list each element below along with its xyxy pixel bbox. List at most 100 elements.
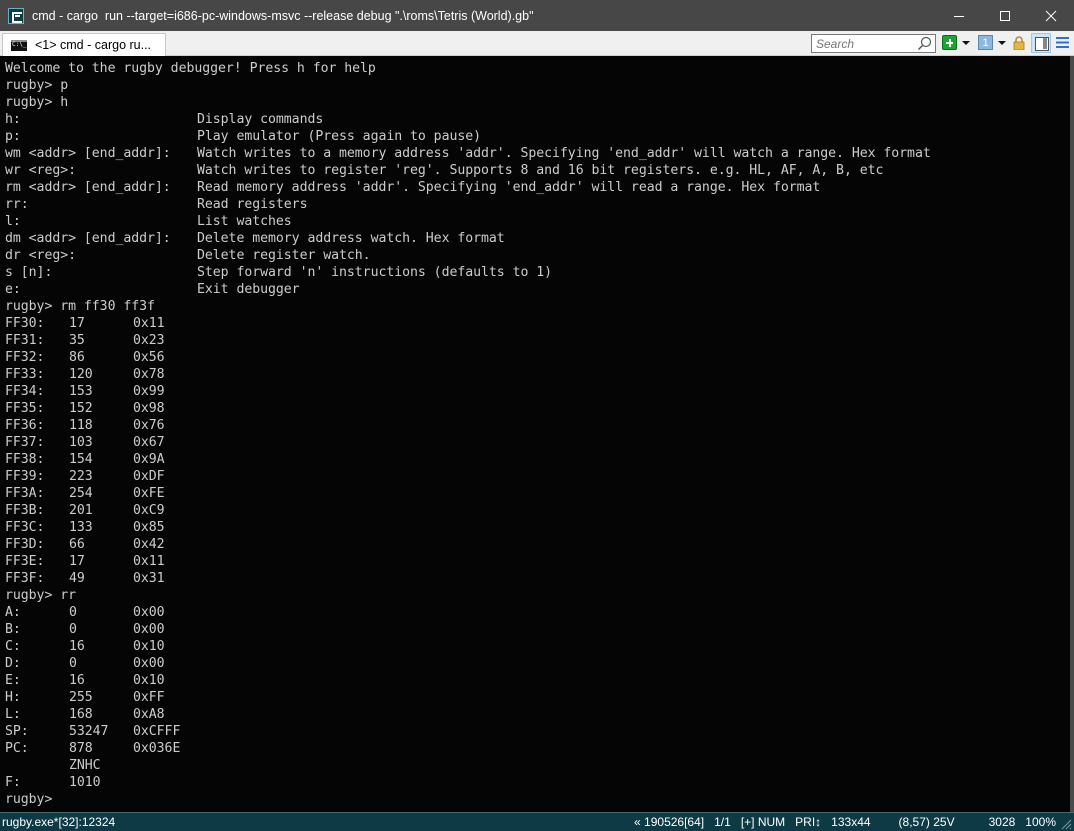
status-item[interactable]: 1/1 (714, 815, 731, 829)
memory-decimal: 66 (69, 537, 85, 552)
status-item[interactable]: 3028 (989, 815, 1016, 829)
flags-name: F: (5, 775, 21, 790)
help-row: dr <reg>: Delete register watch. (5, 247, 371, 264)
register-name: A: (5, 605, 21, 620)
status-item[interactable]: PRI↕ (795, 815, 821, 829)
help-description: List watches (197, 214, 292, 229)
memory-hex: 0x67 (133, 435, 165, 450)
memory-hex: 0x11 (133, 554, 165, 569)
register-decimal: 0 (69, 622, 77, 637)
conemu-app-icon[interactable] (8, 7, 24, 24)
flags-row: F: 1010 (5, 774, 101, 791)
memory-row: FF34: 153 0x99 (5, 383, 165, 400)
console-list-dropdown-icon[interactable] (998, 41, 1006, 45)
status-item[interactable]: 100% (1025, 815, 1056, 829)
console-number: 1 (982, 37, 989, 49)
register-row: E: 16 0x10 (5, 672, 165, 689)
help-description: Play emulator (Press again to pause) (197, 129, 482, 144)
register-name: L: (5, 707, 21, 722)
status-item[interactable]: 133x44 (831, 815, 870, 829)
memory-address: FF3E: (5, 554, 45, 569)
maximize-button[interactable] (982, 0, 1028, 31)
minimize-button[interactable] (936, 0, 982, 31)
memory-decimal: 17 (69, 316, 85, 331)
register-hex: 0x00 (133, 656, 165, 671)
register-name: PC: (5, 741, 29, 756)
flags-header: ZNHC (69, 758, 101, 773)
memory-row: FF39: 223 0xDF (5, 468, 165, 485)
title-bar: cmd - cargo run --target=i686-pc-windows… (0, 0, 1074, 31)
memory-address: FF33: (5, 367, 45, 382)
register-row: B: 0 0x00 (5, 621, 165, 638)
memory-row: FF3D: 66 0x42 (5, 536, 165, 553)
memory-hex: 0x9A (133, 452, 165, 467)
lock-icon[interactable] (1013, 36, 1025, 50)
close-button[interactable] (1028, 0, 1074, 31)
help-description: Step forward 'n' instructions (defaults … (197, 265, 553, 280)
new-console-button[interactable] (942, 35, 957, 50)
memory-decimal: 103 (69, 435, 93, 450)
memory-row: FF36: 118 0x76 (5, 417, 165, 434)
prompt-line: rugby> rr (5, 588, 77, 603)
tab-console-1[interactable]: <1> cmd - cargo ru... (2, 33, 166, 56)
memory-hex: 0x76 (133, 418, 165, 433)
register-hex: 0x10 (133, 639, 165, 654)
register-decimal: 255 (69, 690, 93, 705)
search-box[interactable] (811, 34, 936, 53)
memory-address: FF37: (5, 435, 45, 450)
help-command: wr <reg>: (5, 163, 77, 178)
new-console-dropdown-icon[interactable] (962, 41, 970, 45)
register-row: SP: 53247 0xCFFF (5, 723, 180, 740)
register-hex: 0xA8 (133, 707, 165, 722)
tab-label: <1> cmd - cargo ru... (35, 38, 152, 52)
register-decimal: 0 (69, 656, 77, 671)
console-scrollbar[interactable] (1070, 56, 1074, 812)
help-command: rm <addr> [end_addr]: (5, 180, 171, 195)
register-row: C: 16 0x10 (5, 638, 165, 655)
memory-row: FF35: 152 0x98 (5, 400, 165, 417)
register-hex: 0xFF (133, 690, 165, 705)
hamburger-menu-icon[interactable] (1056, 37, 1069, 48)
search-icon[interactable] (917, 36, 932, 51)
console-number-button[interactable]: 1 (978, 35, 993, 50)
current-prompt-line[interactable]: rugby> (5, 791, 52, 808)
split-view-button[interactable] (1031, 33, 1051, 53)
memory-address: FF36: (5, 418, 45, 433)
help-description: Read registers (197, 197, 308, 212)
register-hex: 0x00 (133, 622, 165, 637)
memory-row: FF3A: 254 0xFE (5, 485, 165, 502)
register-decimal: 53247 (69, 724, 109, 739)
help-description: Delete register watch. (197, 248, 371, 263)
memory-decimal: 120 (69, 367, 93, 382)
memory-hex: 0xFE (133, 486, 165, 501)
help-row: wm <addr> [end_addr]: Watch writes to a m… (5, 145, 931, 162)
search-input[interactable] (816, 35, 916, 52)
help-row: rr: Read registers (5, 196, 308, 213)
memory-address: FF30: (5, 316, 45, 331)
register-decimal: 16 (69, 639, 85, 654)
register-row: A: 0 0x00 (5, 604, 165, 621)
memory-decimal: 154 (69, 452, 93, 467)
console-output[interactable]: Welcome to the rugby debugger! Press h f… (0, 56, 1070, 812)
status-item[interactable]: (8,57) 25V (899, 815, 955, 829)
memory-address: FF3F: (5, 571, 45, 586)
status-item[interactable]: « 190526[64] (634, 815, 704, 829)
memory-decimal: 153 (69, 384, 93, 399)
memory-hex: 0x78 (133, 367, 165, 382)
memory-row: FF32: 86 0x56 (5, 349, 165, 366)
help-row: p: Play emulator (Press again to pause) (5, 128, 481, 145)
memory-row: FF33: 120 0x78 (5, 366, 165, 383)
register-name: C: (5, 639, 21, 654)
memory-hex: 0x98 (133, 401, 165, 416)
help-description: Delete memory address watch. Hex format (197, 231, 505, 246)
register-decimal: 0 (69, 605, 77, 620)
memory-decimal: 118 (69, 418, 93, 433)
status-item[interactable]: [+] NUM (741, 815, 785, 829)
register-decimal: 168 (69, 707, 93, 722)
memory-hex: 0x42 (133, 537, 165, 552)
memory-row: FF31: 35 0x23 (5, 332, 165, 349)
memory-address: FF34: (5, 384, 45, 399)
resize-grip-icon[interactable] (1060, 818, 1072, 830)
memory-hex: 0x99 (133, 384, 165, 399)
memory-address: FF3D: (5, 537, 45, 552)
